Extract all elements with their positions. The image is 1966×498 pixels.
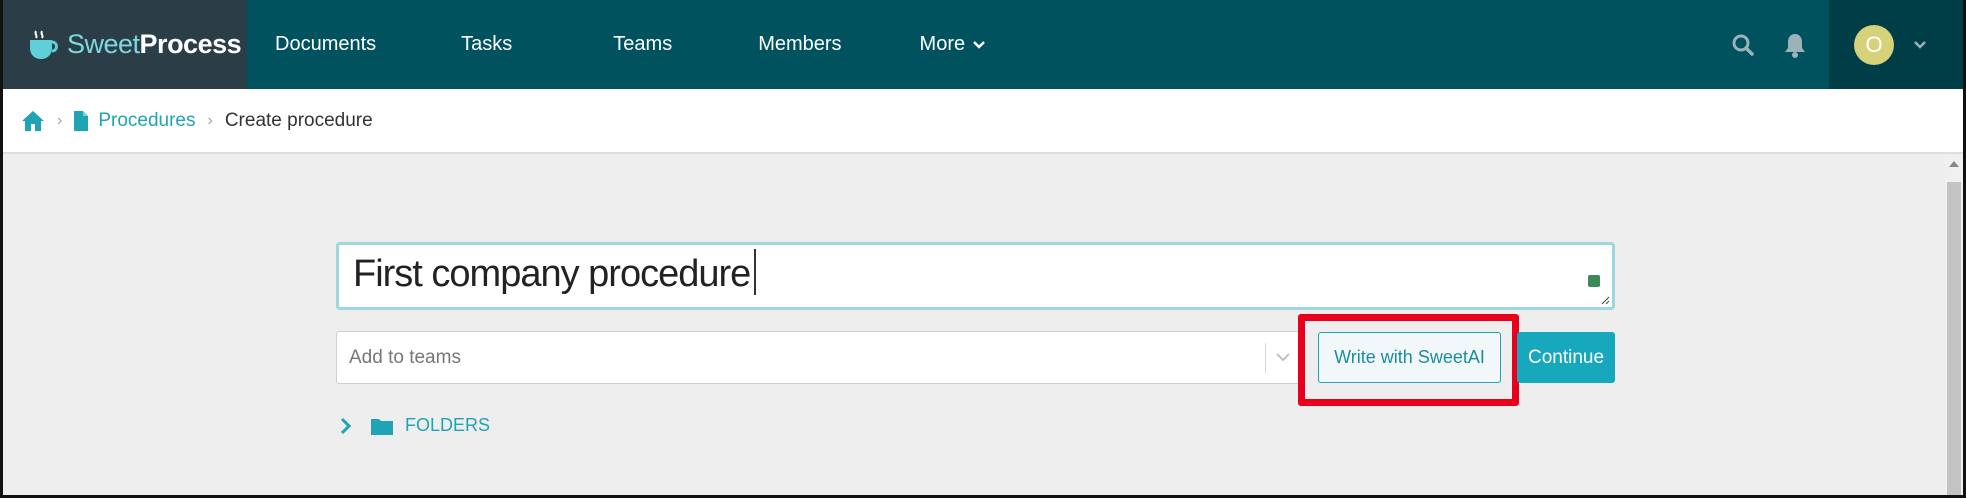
procedure-title-input[interactable]: First company procedure bbox=[336, 242, 1615, 310]
write-with-sweetai-button[interactable]: Write with SweetAI bbox=[1318, 332, 1501, 383]
breadcrumb: › Procedures › Create procedure bbox=[3, 89, 1963, 154]
folders-label: FOLDERS bbox=[405, 415, 491, 435]
main-nav: Documents Tasks Teams Members More bbox=[247, 0, 986, 89]
breadcrumb-current: Create procedure bbox=[225, 110, 373, 132]
teams-dropdown-toggle[interactable] bbox=[1266, 353, 1300, 362]
chevron-right-icon bbox=[340, 417, 351, 434]
nav-documents[interactable]: Documents bbox=[275, 0, 376, 89]
top-navigation: SweetProcess Documents Tasks Teams Membe… bbox=[3, 0, 1963, 89]
resize-handle-icon[interactable] bbox=[1600, 295, 1610, 305]
bell-icon bbox=[1785, 33, 1805, 58]
breadcrumb-separator: › bbox=[207, 111, 213, 129]
notifications-button[interactable] bbox=[1777, 27, 1813, 63]
nav-teams[interactable]: Teams bbox=[613, 0, 672, 89]
scroll-up-arrow-icon[interactable] bbox=[1949, 160, 1959, 168]
breadcrumb-current-label: Create procedure bbox=[224, 109, 373, 131]
grammar-extension-icon[interactable] bbox=[1588, 275, 1600, 287]
nav-more-label: More bbox=[919, 33, 966, 55]
logo-text: SweetProcess bbox=[67, 29, 242, 59]
scrollbar-thumb[interactable] bbox=[1947, 182, 1961, 495]
nav-members[interactable]: Members bbox=[758, 0, 841, 89]
avatar: O bbox=[1854, 24, 1894, 65]
folders-toggle[interactable]: FOLDERS bbox=[339, 415, 490, 436]
vertical-scrollbar[interactable] bbox=[1945, 156, 1963, 495]
chevron-down-icon bbox=[973, 40, 986, 49]
document-icon bbox=[74, 110, 89, 131]
search-icon bbox=[1732, 34, 1754, 56]
add-to-teams-select[interactable]: Add to teams bbox=[336, 331, 1301, 384]
breadcrumb-procedures[interactable]: Procedures bbox=[74, 109, 196, 132]
text-caret bbox=[754, 249, 757, 295]
continue-button[interactable]: Continue bbox=[1517, 332, 1615, 383]
logo[interactable]: SweetProcess bbox=[3, 0, 247, 89]
nav-more[interactable]: More bbox=[920, 0, 986, 89]
chevron-down-icon bbox=[1276, 353, 1290, 362]
breadcrumb-procedures-label: Procedures bbox=[98, 109, 196, 131]
chevron-down-icon bbox=[1914, 40, 1926, 49]
nav-right: O bbox=[1725, 0, 1963, 89]
home-icon bbox=[22, 110, 44, 131]
procedure-title-value: First company procedure bbox=[353, 253, 751, 296]
user-menu[interactable]: O bbox=[1829, 0, 1963, 89]
search-button[interactable] bbox=[1725, 27, 1761, 63]
breadcrumb-separator: › bbox=[57, 111, 63, 129]
cup-logo-icon bbox=[30, 29, 58, 59]
teams-placeholder: Add to teams bbox=[349, 346, 461, 368]
breadcrumb-home[interactable] bbox=[21, 110, 45, 132]
folder-icon bbox=[371, 418, 393, 435]
app-window: SweetProcess Documents Tasks Teams Membe… bbox=[0, 0, 1966, 498]
nav-tasks[interactable]: Tasks bbox=[461, 0, 512, 89]
